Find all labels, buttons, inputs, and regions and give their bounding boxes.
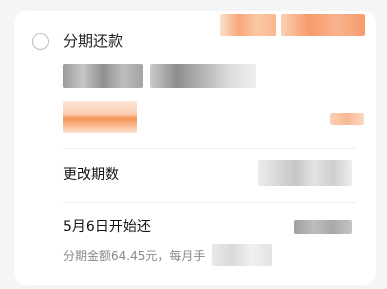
redacted-summary-tail <box>212 244 272 266</box>
installment-card: 分期还款 更改期数 5月6日开始还 分期金额64.45元，每月手 <box>14 11 376 285</box>
radio-unchecked-icon[interactable] <box>32 33 49 50</box>
redacted-description-2 <box>150 64 256 88</box>
installment-summary: 分期金额64.45元，每月手 <box>63 249 206 263</box>
change-periods-label[interactable]: 更改期数 <box>63 165 119 185</box>
redacted-description-1 <box>63 64 143 88</box>
redacted-header-left <box>220 14 276 36</box>
redacted-periods-value[interactable] <box>258 160 352 186</box>
start-date-label: 5月6日开始还 <box>63 219 151 235</box>
redacted-start-value <box>294 220 352 234</box>
divider-2 <box>63 202 356 203</box>
redacted-header-right <box>281 14 365 36</box>
divider-1 <box>63 148 356 149</box>
installment-option-label[interactable]: 分期还款 <box>63 30 123 52</box>
redacted-amount <box>63 101 137 133</box>
redacted-amount-right <box>330 113 364 125</box>
